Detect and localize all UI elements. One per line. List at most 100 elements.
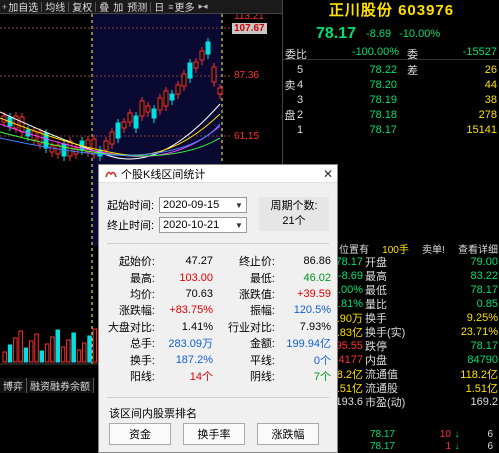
candle-body [163,90,169,107]
volume-bar [13,337,18,363]
volume-header: 位置有 100手 卖单! 查看详细 [339,241,499,256]
list-icon: ≡ [168,1,174,12]
sell-side-label: 卖 [284,79,296,92]
volume-bar [34,333,39,363]
quote-stat-value: 9.25% [466,312,498,324]
tab-game[interactable]: 博弈 [0,378,27,393]
toolbar-add-watchlist[interactable]: + 加自选 [0,0,40,15]
range-stat-value: 187.2% [175,353,213,366]
ask-row: 1 78.17 15141 [297,123,497,136]
tick-list: 78.17 10 ↓ 6 78.17 1 ↓ 6 [339,428,499,452]
dialog-titlebar: 个股K线区间统计 ✕ [99,165,337,183]
rank-turnover-button[interactable]: 换手率 [183,423,245,445]
range-stat-label: 阴线: [249,370,275,383]
range-stat-label: 换手: [129,354,155,367]
toolbar-forecast[interactable]: 预测 [125,0,149,14]
range-stat-row: 阳线: 14个 阴线: 7个 [105,368,333,384]
volume-bar [7,344,13,363]
volume-bar [82,342,87,363]
kline-range-stats-dialog: 个股K线区间统计 ✕ 起始时间: 2020-09-15 ▼ 终止时间: 2020… [98,164,338,453]
toolbar-divider [95,1,97,12]
tab-margin-balance[interactable]: 融资融券余额 [27,378,94,393]
tick-volume: 10 [439,428,451,440]
ask-row: 3 78.19 38 [297,93,497,106]
tick-row: 78.17 10 ↓ 6 [339,428,499,440]
range-stat-label: 振幅: [249,305,275,318]
quote-stat-value: 78.17 [470,284,498,296]
candle-body [19,116,25,133]
candle-body [13,115,19,129]
range-stat-label: 总手: [129,338,155,351]
add-icon: + [2,1,8,12]
candle-body [157,97,163,111]
range-stat-label: 涨跌值: [238,288,275,301]
toolbar-overlay[interactable]: 叠 [97,0,111,14]
toolbar-restore-rights[interactable]: 复权 [70,0,94,14]
toolbar-more[interactable]: ≡ 更多 [166,0,196,15]
range-stat-row: 大盘对比: 1.41% 行业对比: 7.93% [105,319,333,335]
range-stat-value: 199.94亿 [286,338,331,351]
start-date-select[interactable]: 2020-09-15 ▼ [159,197,247,213]
range-stat-value: 283.09万 [168,338,213,351]
chevron-down-icon: ▼ [235,200,243,210]
tick-count: 6 [487,440,493,452]
fold-icon: ▸◂ [198,1,208,11]
candle-body [205,41,211,55]
range-stat-label: 最高: [129,272,155,285]
volume-bar [55,329,60,363]
range-stat-label: 起始价: [118,256,155,269]
candle-body [199,50,205,61]
rank-capital-button[interactable]: 资金 [109,423,171,445]
dialog-title: 个股K线区间统计 [121,168,206,181]
candle-body [211,66,217,83]
toolbar-divider [150,1,152,12]
range-stat-value: 7个 [313,370,331,383]
period-count-value: 21个 [282,215,306,227]
candle-body [121,121,127,129]
range-stat-value: 47.27 [185,255,213,268]
range-stat-value: 70.63 [185,287,213,300]
range-stat-row: 涨跌幅: +83.75% 振幅: 120.5% [105,302,333,318]
toolbar-divider [68,1,70,12]
range-stat-row: 起始价: 47.27 终止价: 86.86 [105,253,333,269]
period-count-box: 周期个数: 21个 [259,197,329,231]
down-arrow-icon: ↓ [454,428,460,440]
candle-body [169,93,175,101]
quote-stat-value: 1.51亿 [465,383,498,395]
candle-body [115,122,121,139]
volume-bar [66,339,71,363]
close-icon[interactable]: ✕ [319,167,337,181]
range-stat-value: +39.59 [297,287,331,300]
last-price: 78.17 [316,25,357,42]
candle-body [181,73,187,87]
candle-body [139,100,145,117]
range-stat-label: 金额: [249,338,275,351]
view-details-link[interactable]: 查看详细 [458,241,498,256]
volume-bar [44,343,50,363]
quote-stat-value: 84790 [467,354,498,366]
quote-stat-value: 79.00 [470,256,498,268]
toolbar-period[interactable]: 日 [152,0,166,14]
toolbar-ma[interactable]: 均线 [43,0,67,14]
indicator-tabs: 博弈 融资融券余额 [0,378,94,393]
toolbar-fold[interactable]: ▸◂ [197,0,211,14]
quote-stat-value: 83.22 [470,270,498,282]
range-stat-row: 总手: 283.09万 金额: 199.94亿 [105,335,333,351]
stock-title: 正川股份 603976 [328,2,455,19]
range-stat-value: 1.41% [181,320,213,333]
toolbar-add[interactable]: 加 [111,0,125,14]
price-label-highlight: 107.67 [232,23,267,34]
quote-stat-value: 169.2 [470,396,498,408]
end-date-select[interactable]: 2020-10-21 ▼ [159,217,247,233]
candle-body [193,61,199,69]
volume-bar [50,336,55,363]
range-stat-label: 平线: [249,354,275,367]
range-stats-grid: 起始价: 47.27 终止价: 86.86 最高: 103.00 最低: 46.02 均价: 70… [105,253,333,384]
range-stat-label: 终止价: [238,256,275,269]
tick-price: 78.17 [369,440,395,452]
range-stat-value: 86.86 [303,255,331,268]
toolbar-divider [41,1,43,12]
rank-change-button[interactable]: 涨跌幅 [257,423,319,445]
candle-body [187,62,193,79]
quote-stat-value: 23.71% [460,326,498,338]
